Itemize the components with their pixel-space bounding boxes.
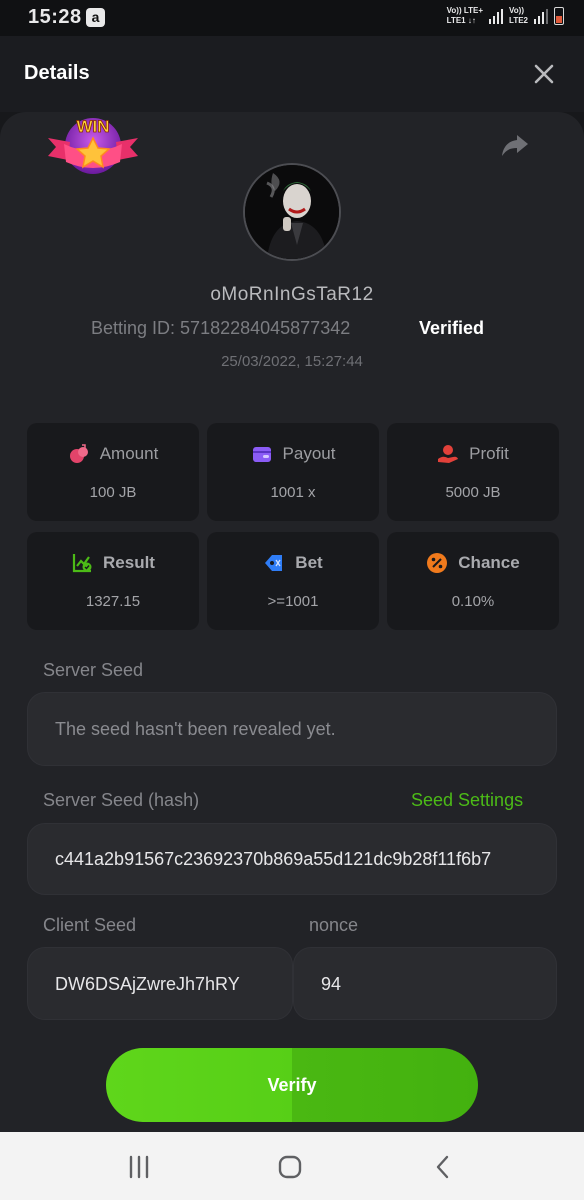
tag-icon [265, 555, 283, 571]
stat-amount: Amount 100 JB [27, 423, 199, 521]
stat-chance: Chance 0.10% [387, 532, 559, 630]
amount-value: 100 JB [89, 484, 137, 501]
server-seed-hash-label: Server Seed (hash) [43, 790, 200, 810]
status-time: 15:28 [28, 6, 82, 28]
sim2-label: Vo)) LTE2 [509, 6, 528, 25]
close-icon[interactable] [530, 60, 558, 88]
sim1-label: Vo)) LTE+ LTE1 ↓↑ [446, 6, 484, 25]
server-seed-hash-field[interactable]: c441a2b91567c23692370b869a55d121dc9b28f1… [27, 823, 557, 895]
bet-timestamp: 25/03/2022, 15:27:44 [221, 353, 363, 370]
status-bar: 15:28 a Vo)) LTE+ LTE1 ↓↑ Vo)) LTE2 [0, 0, 584, 36]
username: oMoRnInGsTaR12 [210, 284, 374, 305]
share-icon[interactable] [500, 130, 530, 160]
server-seed-value: The seed hasn't been revealed yet. [55, 719, 336, 739]
nonce-label: nonce [309, 915, 359, 935]
server-seed-label: Server Seed [43, 660, 144, 680]
avatar [243, 163, 341, 261]
svg-text:WIN: WIN [76, 117, 109, 136]
betting-id: Betting ID: 57182284045877342 [91, 318, 351, 338]
stat-profit: Profit 5000 JB [387, 423, 559, 521]
payout-label: Payout [282, 444, 336, 463]
result-label: Result [103, 553, 155, 572]
profit-value: 5000 JB [445, 484, 501, 501]
page-title: Details [24, 62, 90, 84]
amount-icon [69, 444, 88, 463]
verified-status: Verified [419, 318, 485, 338]
back-icon[interactable] [430, 1154, 456, 1180]
stat-result: Result 1327.15 [27, 532, 199, 630]
app-notification-icon: a [86, 8, 105, 27]
nonce-field[interactable]: 94 [293, 947, 557, 1020]
chance-value: 0.10% [451, 593, 495, 610]
battery-icon [554, 7, 564, 25]
seed-settings-link[interactable]: Seed Settings [411, 790, 523, 811]
chart-check-icon [72, 554, 92, 573]
stat-bet: Bet >=1001 [207, 532, 379, 630]
chance-label: Chance [458, 553, 520, 572]
verify-button[interactable]: Verify [106, 1048, 478, 1122]
header: Details [0, 36, 584, 112]
nonce-value: 94 [321, 974, 342, 994]
server-seed-hash-value: c441a2b91567c23692370b869a55d121dc9b28f1… [55, 849, 492, 869]
recent-apps-icon[interactable] [126, 1154, 152, 1180]
system-nav-bar [0, 1132, 584, 1200]
win-badge-icon: WIN [48, 117, 138, 174]
client-seed-value: DW6DSAjZwreJh7hRY [55, 974, 240, 994]
bet-value: >=1001 [267, 593, 319, 610]
bet-label: Bet [295, 553, 323, 572]
payout-value: 1001 x [270, 484, 316, 501]
stat-payout: Payout 1001 x [207, 423, 379, 521]
profit-icon [438, 445, 459, 463]
home-icon[interactable] [277, 1154, 303, 1180]
signal-icon [534, 8, 548, 24]
percent-icon [427, 553, 448, 573]
wallet-icon [252, 447, 271, 462]
amount-label: Amount [99, 444, 159, 463]
profit-label: Profit [469, 444, 509, 463]
signal-icon [489, 8, 504, 24]
status-indicators: Vo)) LTE+ LTE1 ↓↑ Vo)) LTE2 [447, 6, 564, 26]
result-value: 1327.15 [85, 593, 141, 610]
client-seed-field[interactable]: DW6DSAjZwreJh7hRY [27, 947, 293, 1020]
server-seed-field: The seed hasn't been revealed yet. [27, 692, 557, 766]
client-seed-label: Client Seed [43, 915, 137, 935]
